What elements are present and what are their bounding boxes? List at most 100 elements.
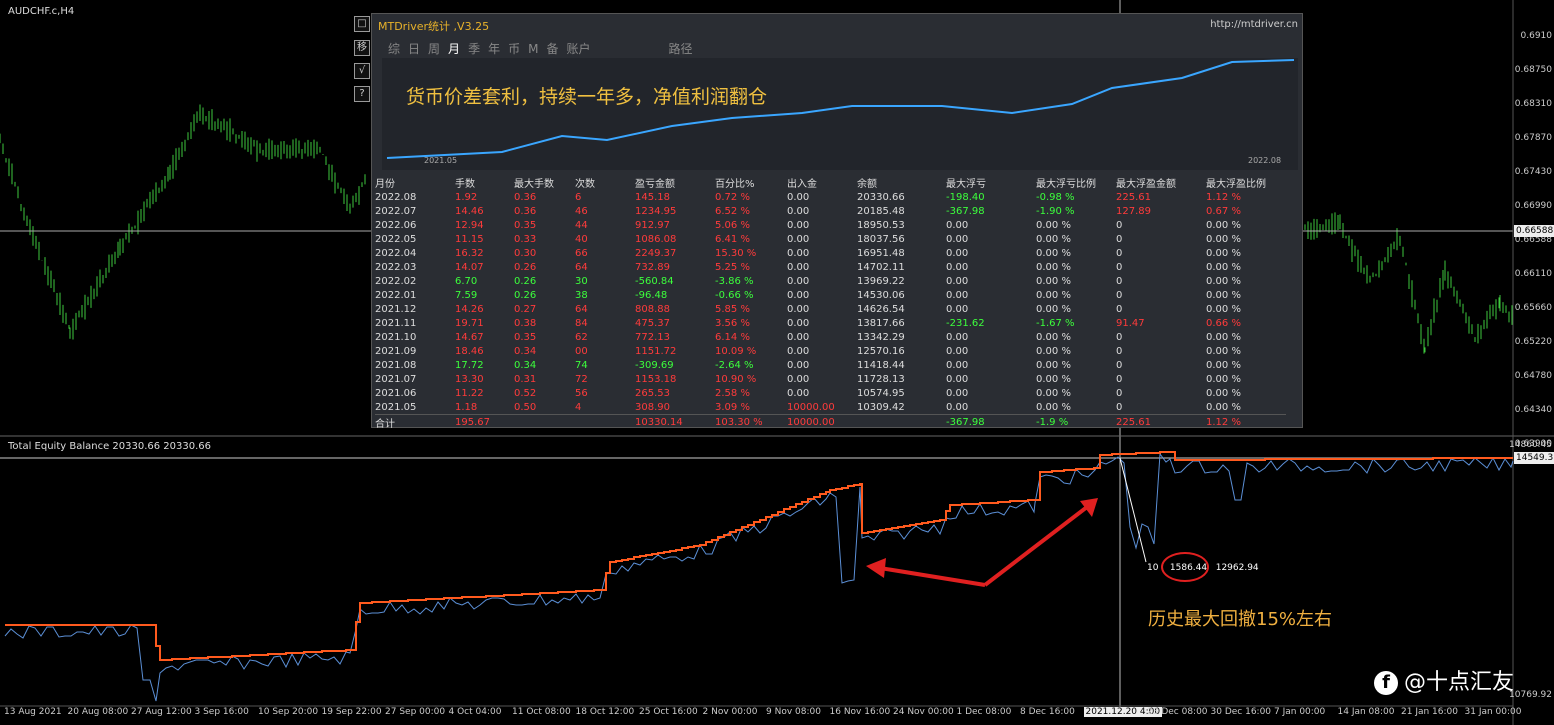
drawdown-arrows bbox=[866, 457, 1147, 587]
column-header: 月份 bbox=[375, 178, 395, 190]
indicator-axis-label: 10769.92 bbox=[1509, 690, 1552, 700]
panel-tab[interactable]: 账户 bbox=[566, 40, 590, 57]
price-axis-label: 0.65220 bbox=[1514, 337, 1552, 347]
panel-tab[interactable]: 周 bbox=[428, 40, 440, 57]
panel-tab[interactable]: 备 bbox=[546, 40, 558, 57]
table-row: 2022.02 6.70 0.26 30 -560.84 -3.86 % 0.00 13969… bbox=[375, 275, 1241, 287]
time-axis-label: 23 Dec 08:00 bbox=[1147, 707, 1208, 717]
indicator-axis-label: 14860.45 bbox=[1509, 440, 1552, 450]
panel-tab[interactable]: 季 bbox=[468, 40, 480, 57]
time-axis-label: 21 Jan 16:00 bbox=[1401, 707, 1458, 717]
time-axis-label: 31 Jan 00:00 bbox=[1464, 707, 1522, 717]
time-axis-label: 4 Oct 04:00 bbox=[448, 707, 502, 717]
time-axis-label: 10 Sep 20:00 bbox=[258, 707, 319, 717]
price-axis-label: 0.6910 bbox=[1520, 31, 1553, 41]
time-axis-label: 3 Sep 16:00 bbox=[194, 707, 249, 717]
time-axis-label: 25 Oct 16:00 bbox=[639, 707, 698, 717]
table-row: 2021.06 11.22 0.52 56 265.53 2.58 % 0.00 10574.… bbox=[375, 387, 1241, 399]
help-button[interactable]: ? bbox=[354, 86, 370, 102]
price-axis-label: 0.68750 bbox=[1514, 65, 1552, 75]
panel-tab[interactable]: 月 bbox=[448, 40, 460, 57]
column-header: 出入金 bbox=[787, 178, 817, 190]
panel-tab[interactable]: 币 bbox=[508, 40, 520, 57]
time-axis-label: 2 Nov 00:00 bbox=[702, 707, 758, 717]
price-axis-label: 0.64340 bbox=[1514, 405, 1552, 415]
table-row: 2022.05 11.15 0.33 40 1086.08 6.41 % 0.00 18037… bbox=[375, 233, 1241, 245]
table-row: 2022.07 14.46 0.36 46 1234.95 6.52 % 0.00 20185… bbox=[375, 205, 1241, 217]
column-header: 百分比% bbox=[715, 178, 755, 190]
price-axis-label: 0.66990 bbox=[1514, 201, 1552, 211]
time-axis-label: 13 Aug 2021 bbox=[4, 707, 62, 717]
table-row: 2022.04 16.32 0.30 66 2249.37 15.30 % 0.00 1695… bbox=[375, 247, 1241, 259]
toggle-button[interactable]: □ bbox=[354, 16, 370, 32]
panel-tab[interactable]: 综 bbox=[388, 40, 400, 57]
time-axis-label: 11 Oct 08:00 bbox=[512, 707, 571, 717]
table-row: 2022.03 14.07 0.26 64 732.89 5.25 % 0.00 14702.… bbox=[375, 261, 1241, 273]
panel-link[interactable]: http://mtdriver.cn bbox=[1210, 19, 1298, 30]
panel-tab[interactable]: 路径 bbox=[669, 40, 693, 57]
mini-equity-line bbox=[386, 59, 1295, 159]
panel-tab[interactable]: M bbox=[528, 42, 538, 56]
check-button[interactable]: √ bbox=[354, 63, 370, 79]
time-axis-label: 27 Sep 00:00 bbox=[385, 707, 446, 717]
column-header: 最大浮亏比例 bbox=[1036, 178, 1096, 190]
column-header: 手数 bbox=[455, 178, 475, 190]
time-axis-label: 9 Nov 08:00 bbox=[766, 707, 821, 717]
mini-start-date: 2021.05 bbox=[424, 156, 458, 165]
column-header: 余额 bbox=[857, 178, 877, 190]
time-axis-label: 18 Oct 12:00 bbox=[575, 707, 635, 717]
price-axis-label: 0.66110 bbox=[1514, 269, 1552, 279]
symbol-label: AUDCHF.c,H4 bbox=[8, 6, 75, 17]
total-row: 合计 195.67 10330.14 103.30 % 10000.00 -367.98-… bbox=[375, 414, 1286, 430]
max-drawdown-note: 历史最大回撤15%左右 bbox=[1148, 609, 1333, 630]
table-row: 2021.11 19.71 0.38 84 475.37 3.56 % 0.00 13817.… bbox=[375, 317, 1241, 329]
column-header: 次数 bbox=[575, 178, 595, 190]
watermark: f @十点汇友 bbox=[1374, 664, 1514, 696]
price-axis-label: 0.64780 bbox=[1514, 371, 1552, 381]
table-row: 2021.12 14.26 0.27 64 808.88 5.85 % 0.00 14626.… bbox=[375, 303, 1241, 315]
price-axis-label: 0.65660 bbox=[1514, 303, 1552, 313]
panel-tab[interactable]: 年 bbox=[488, 40, 500, 57]
time-axis-label: 14 Jan 08:00 bbox=[1337, 707, 1395, 717]
column-header: 最大手数 bbox=[514, 178, 554, 190]
table-row: 2022.01 7.59 0.26 38 -96.48 -0.66 % 0.00 14530.… bbox=[375, 289, 1241, 301]
indicator-axis-label: 14549.31 bbox=[1514, 452, 1554, 464]
panel-tab[interactable]: 日 bbox=[408, 40, 420, 57]
headline-annotation: 货币价差套利，持续一年多，净值利润翻仓 bbox=[406, 86, 768, 108]
panel-tabs: 综日周月季年币 M 备账户 路径 bbox=[388, 40, 701, 57]
price-axis-label: 0.68310 bbox=[1514, 99, 1552, 109]
move-button[interactable]: 移 bbox=[354, 40, 370, 56]
equity-line bbox=[4, 452, 1514, 702]
monthly-stats-table: 月份 手数 最大手数 次数 盈亏金额 百分比% 出入金 余额 最大浮亏 最大浮亏比例 最大浮盈金额 最… bbox=[375, 174, 1286, 430]
time-axis-label: 7 Jan 00:00 bbox=[1274, 707, 1326, 717]
indicator-label: Total Equity Balance 20330.66 20330.66 bbox=[8, 441, 212, 452]
time-axis-label: 1 Dec 08:00 bbox=[956, 707, 1012, 717]
panel-title: MTDriver统计 ,V3.25 bbox=[378, 20, 490, 33]
table-row: 2021.10 14.67 0.35 62 772.13 6.14 % 0.00 13342.… bbox=[375, 331, 1241, 343]
column-header: 盈亏金额 bbox=[635, 178, 675, 190]
column-header: 最大浮盈金额 bbox=[1116, 178, 1176, 190]
time-axis-label: 20 Aug 08:00 bbox=[67, 707, 129, 717]
column-header: 最大浮亏 bbox=[946, 178, 986, 190]
price-axis-label: 0.67870 bbox=[1514, 133, 1552, 143]
mini-end-date: 2022.08 bbox=[1248, 156, 1282, 165]
price-axis-label: 0.67430 bbox=[1514, 167, 1552, 177]
table-row: 2022.06 12.94 0.35 44 912.97 5.06 % 0.00 18950.… bbox=[375, 219, 1241, 231]
time-axis-label: 30 Dec 16:00 bbox=[1210, 707, 1272, 717]
time-axis-label: 19 Sep 22:00 bbox=[321, 707, 382, 717]
table-row: 2021.07 13.30 0.31 72 1153.18 10.90 % 0.00 1172… bbox=[375, 373, 1241, 385]
table-row: 2022.08 1.92 0.36 6 145.18 0.72 % 0.00 20330.66… bbox=[375, 191, 1241, 203]
table-row: 2021.05 1.18 0.50 4 308.90 3.09 % 10000.00 1030… bbox=[375, 401, 1241, 413]
mini-equity-chart bbox=[382, 58, 1298, 170]
time-axis-label: 27 Aug 12:00 bbox=[131, 707, 192, 717]
table-row: 2021.08 17.72 0.34 74 -309.69 -2.64 % 0.00 1141… bbox=[375, 359, 1241, 371]
time-axis-label: 24 Nov 00:00 bbox=[893, 707, 954, 717]
time-axis-label: 8 Dec 16:00 bbox=[1020, 707, 1075, 717]
stats-panel: MTDriver统计 ,V3.25 http://mtdriver.cn 综日周… bbox=[371, 13, 1303, 430]
current-price-tag: 0.66588 bbox=[1514, 225, 1554, 237]
time-axis-label: 16 Nov 16:00 bbox=[829, 707, 891, 717]
column-header: 最大浮盈比例 bbox=[1206, 178, 1266, 190]
drawdown-circle bbox=[1161, 552, 1209, 582]
table-row: 2021.09 18.46 0.34 00 1151.72 10.09 % 0.00 1257… bbox=[375, 345, 1241, 357]
watermark-logo-icon: f bbox=[1374, 671, 1398, 695]
